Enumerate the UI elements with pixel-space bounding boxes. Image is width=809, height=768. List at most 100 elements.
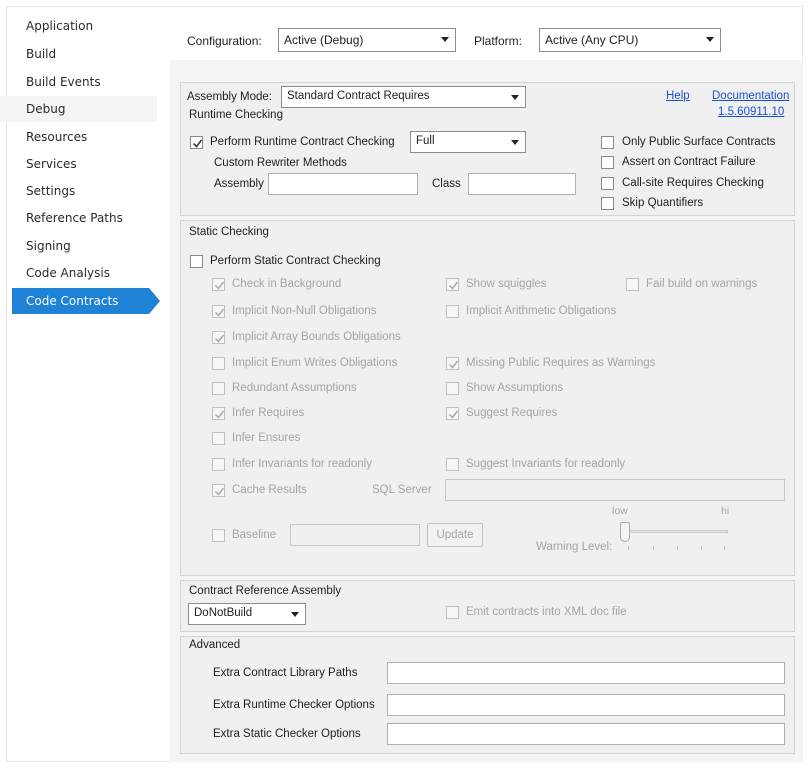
extra-library-paths-label: Extra Contract Library Paths	[213, 667, 358, 679]
chevron-down-icon	[706, 37, 714, 42]
chevron-down-icon	[441, 37, 449, 42]
nav-item-debug[interactable]: Debug	[0, 96, 157, 122]
rewriter-class-input[interactable]	[468, 173, 576, 195]
checkmark-icon	[214, 281, 225, 290]
assert-on-failure-checkbox[interactable]	[601, 156, 614, 169]
suggest-invariants-label: Suggest Invariants for readonly	[466, 458, 626, 470]
contract-reference-value: DoNotBuild	[194, 607, 253, 619]
warning-level-label: Warning Level:	[536, 541, 613, 553]
implicit-array-bounds-label: Implicit Array Bounds Obligations	[232, 331, 401, 343]
baseline-checkbox[interactable]	[212, 529, 225, 542]
skip-quantifiers-checkbox[interactable]	[601, 197, 614, 210]
extra-static-options-label: Extra Static Checker Options	[213, 728, 361, 740]
show-squiggles-label: Show squiggles	[466, 278, 547, 290]
implicit-non-null-checkbox[interactable]	[212, 305, 225, 318]
extra-static-options-input[interactable]	[387, 723, 785, 745]
infer-invariants-checkbox[interactable]	[212, 458, 225, 471]
nav-item-services[interactable]: Services	[12, 151, 160, 177]
runtime-level-value: Full	[416, 135, 435, 147]
fail-build-on-warnings-checkbox[interactable]	[626, 278, 639, 291]
emit-contracts-xml-checkbox[interactable]	[446, 606, 459, 619]
implicit-enum-writes-checkbox[interactable]	[212, 357, 225, 370]
contract-reference-dropdown[interactable]: DoNotBuild	[188, 603, 306, 625]
documentation-link[interactable]: Documentation	[712, 90, 789, 102]
perform-static-label: Perform Static Contract Checking	[210, 255, 381, 267]
only-public-surface-checkbox[interactable]	[601, 136, 614, 149]
nav-item-code-analysis[interactable]: Code Analysis	[12, 260, 160, 286]
chevron-down-icon	[291, 612, 299, 617]
checkmark-icon	[448, 281, 459, 290]
contract-reference-title: Contract Reference Assembly	[189, 585, 342, 597]
platform-dropdown[interactable]: Active (Any CPU)	[539, 28, 721, 52]
check-in-background-label: Check in Background	[232, 278, 342, 290]
platform-value: Active (Any CPU)	[545, 33, 639, 47]
checkmark-icon	[448, 360, 459, 369]
platform-label: Platform:	[474, 34, 523, 48]
checkmark-icon	[448, 410, 459, 419]
suggest-invariants-checkbox[interactable]	[446, 458, 459, 471]
call-site-requires-label: Call-site Requires Checking	[622, 177, 764, 189]
suggest-requires-checkbox[interactable]	[446, 407, 459, 420]
runtime-level-dropdown[interactable]: Full	[410, 131, 526, 153]
infer-ensures-label: Infer Ensures	[232, 432, 301, 444]
nav-item-code-contracts[interactable]: Code Contracts	[12, 288, 160, 314]
missing-public-requires-checkbox[interactable]	[446, 357, 459, 370]
checkmark-icon	[214, 334, 225, 343]
configuration-dropdown[interactable]: Active (Debug)	[278, 28, 456, 52]
show-assumptions-checkbox[interactable]	[446, 382, 459, 395]
infer-ensures-checkbox[interactable]	[212, 432, 225, 445]
assembly-mode-label: Assembly Mode:	[187, 91, 273, 103]
extra-runtime-options-label: Extra Runtime Checker Options	[213, 699, 375, 711]
help-link[interactable]: Help	[666, 90, 690, 102]
static-checking-title: Static Checking	[189, 226, 269, 238]
extra-library-paths-input[interactable]	[387, 662, 785, 684]
slider-tick	[653, 546, 654, 550]
advanced-title: Advanced	[189, 639, 241, 651]
infer-requires-checkbox[interactable]	[212, 407, 225, 420]
perform-runtime-checkbox[interactable]	[190, 136, 203, 149]
nav-item-settings[interactable]: Settings	[12, 178, 160, 204]
assembly-mode-dropdown[interactable]: Standard Contract Requires	[281, 86, 526, 108]
implicit-arithmetic-checkbox[interactable]	[446, 305, 459, 318]
checkmark-icon	[192, 139, 203, 148]
implicit-arithmetic-label: Implicit Arithmetic Obligations	[466, 305, 617, 317]
emit-contracts-xml-label: Emit contracts into XML doc file	[466, 606, 627, 618]
nav-item-build[interactable]: Build	[12, 41, 160, 67]
slider-low-label: low	[612, 505, 628, 517]
warning-level-slider-thumb[interactable]	[620, 522, 630, 542]
slider-tick	[628, 546, 629, 550]
version-link[interactable]: 1.5.60911.10	[718, 106, 784, 118]
slider-tick	[677, 546, 678, 550]
baseline-input[interactable]	[290, 524, 420, 546]
chevron-down-icon	[511, 95, 519, 100]
nav-item-signing[interactable]: Signing	[12, 233, 160, 259]
nav-item-build-events[interactable]: Build Events	[12, 69, 160, 95]
rewriter-assembly-input[interactable]	[268, 173, 418, 195]
slider-tick	[724, 546, 725, 550]
configuration-value: Active (Debug)	[284, 33, 364, 47]
sql-server-input[interactable]	[445, 479, 785, 501]
implicit-array-bounds-checkbox[interactable]	[212, 331, 225, 344]
check-in-background-checkbox[interactable]	[212, 278, 225, 291]
slider-high-label: hi	[721, 505, 730, 517]
show-squiggles-checkbox[interactable]	[446, 278, 459, 291]
infer-requires-label: Infer Requires	[232, 407, 305, 419]
update-button[interactable]: Update	[427, 523, 483, 547]
slider-tick	[701, 546, 702, 550]
warning-level-track[interactable]	[624, 530, 728, 533]
implicit-non-null-label: Implicit Non-Null Obligations	[232, 305, 377, 317]
redundant-assumptions-checkbox[interactable]	[212, 382, 225, 395]
extra-runtime-options-input[interactable]	[387, 694, 785, 716]
call-site-requires-checkbox[interactable]	[601, 177, 614, 190]
project-properties-nav: Application Build Build Events Debug Res…	[0, 0, 170, 768]
baseline-label: Baseline	[232, 529, 277, 541]
custom-rewriter-label: Custom Rewriter Methods	[214, 157, 347, 169]
nav-item-reference-paths[interactable]: Reference Paths	[12, 205, 160, 231]
assembly-mode-value: Standard Contract Requires	[287, 90, 430, 102]
skip-quantifiers-label: Skip Quantifiers	[622, 197, 704, 209]
perform-static-checkbox[interactable]	[190, 255, 203, 268]
nav-item-application[interactable]: Application	[12, 13, 160, 39]
cache-results-checkbox[interactable]	[212, 484, 225, 497]
nav-item-resources[interactable]: Resources	[12, 124, 160, 150]
infer-invariants-label: Infer Invariants for readonly	[232, 458, 372, 470]
